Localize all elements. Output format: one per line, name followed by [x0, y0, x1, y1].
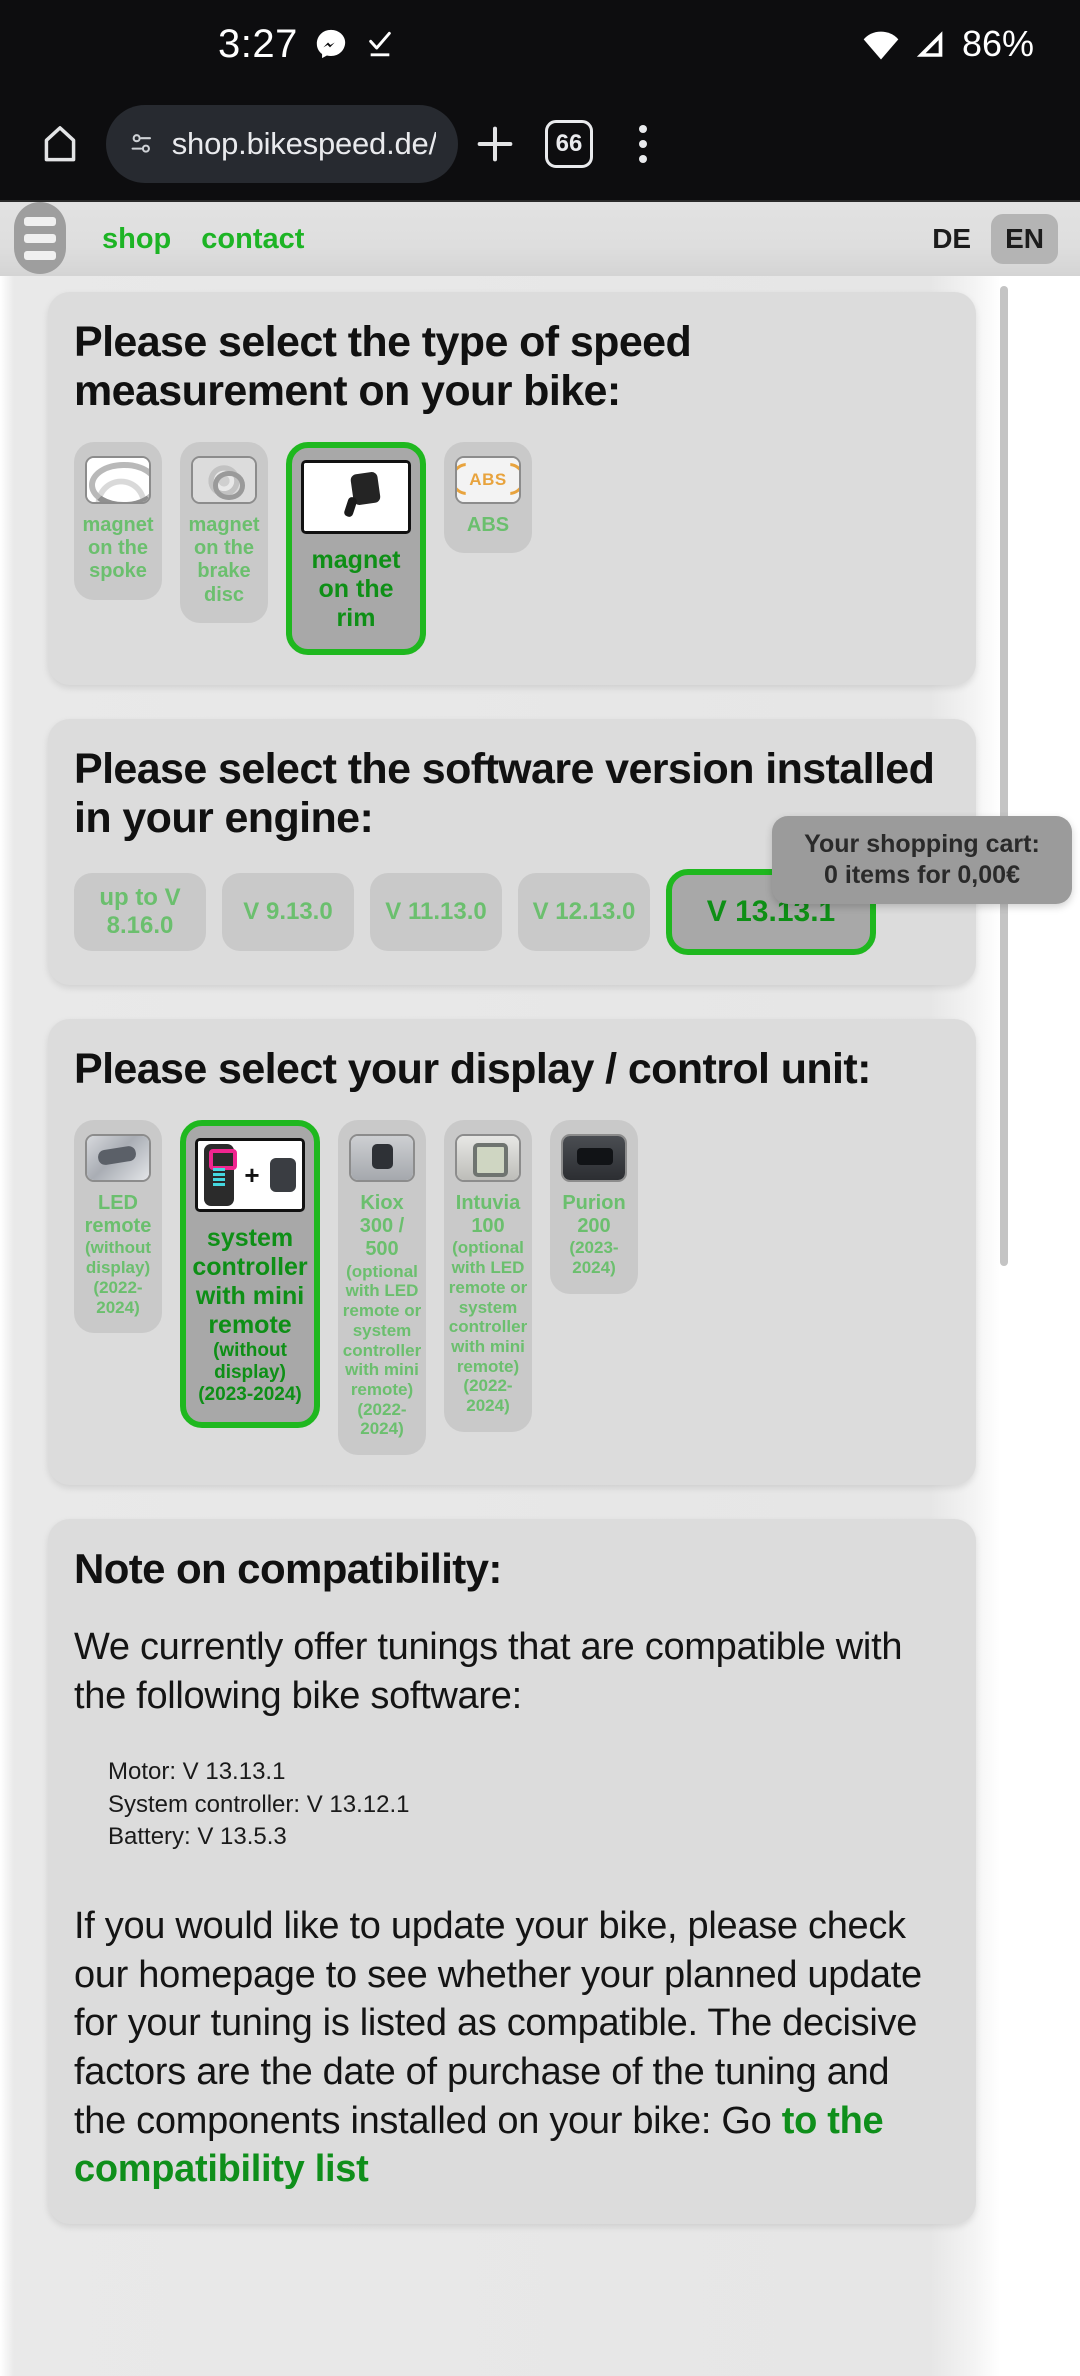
plus-icon: + [244, 1159, 260, 1190]
option-label: system controller with mini remote (with… [192, 1224, 307, 1406]
option-years: (2023-2024) [198, 1384, 302, 1406]
lang-en[interactable]: EN [991, 214, 1058, 264]
option-purion-200[interactable]: Purion 200 (2023-2024) [550, 1120, 638, 1294]
option-magnet-on-the-brake-disc[interactable]: magnet on the brake disc [180, 442, 268, 623]
option-years: (2022-2024) [93, 1277, 143, 1317]
android-status-bar: 3:27 86% [0, 0, 1080, 88]
cart-label: Your shopping cart: [804, 830, 1040, 858]
language-switcher: DE EN [918, 214, 1058, 264]
overflow-menu-icon [639, 125, 647, 163]
nav-link-contact[interactable]: contact [201, 223, 304, 256]
shopping-cart-badge[interactable]: Your shopping cart: 0 items for 0,00€ [772, 816, 1072, 904]
version-option-v-12-13-0[interactable]: V 12.13.0 [518, 873, 650, 952]
section-compatibility-note: Note on compatibility: We currently offe… [48, 1519, 976, 2224]
version-option-v-11-13-0[interactable]: V 11.13.0 [370, 873, 502, 952]
nav-link-shop[interactable]: shop [102, 223, 171, 256]
option-note: (optional with LED remote or system cont… [448, 1238, 528, 1376]
option-name: LED remote [84, 1192, 152, 1238]
new-tab-icon [477, 126, 513, 162]
option-years: (2022-2024) [463, 1376, 513, 1416]
url-bar[interactable]: shop.bikespeed.de/S [106, 105, 458, 183]
section-display-control-unit: Please select your display / control uni… [48, 1019, 976, 1486]
option-magnet-on-the-rim[interactable]: magnet on the rim [286, 442, 426, 656]
option-note: (optional with LED remote or system cont… [342, 1261, 422, 1399]
overflow-menu-button[interactable] [606, 125, 680, 163]
thumbnail-magnet-spoke [85, 456, 151, 505]
option-label: ABS [466, 514, 510, 537]
version-motor: Motor: V 13.13.1 [108, 1758, 286, 1786]
tab-counter: 66 [545, 120, 593, 168]
version-option-v-9-13-0[interactable]: V 9.13.0 [222, 873, 354, 952]
option-name: Purion 200 [562, 1192, 626, 1238]
option-label: magnet on the brake disc [188, 514, 260, 606]
messenger-icon [316, 29, 346, 59]
option-system-controller-with-mini-remote[interactable]: + system controller with mini remote (wi… [180, 1120, 320, 1429]
option-label: Purion 200 (2023-2024) [560, 1192, 628, 1278]
tab-switcher-button[interactable]: 66 [532, 120, 606, 168]
thumbnail-magnet-rim [301, 460, 411, 535]
content-column: Please select the type of speed measurem… [0, 276, 1000, 2376]
cart-total: 0 items for 0,00€ [824, 861, 1020, 889]
option-abs[interactable]: ABS ABS [444, 442, 532, 554]
mini-remote-icon [269, 1158, 296, 1193]
browser-toolbar: shop.bikespeed.de/S 66 [0, 88, 1080, 200]
option-label: LED remote (without display) (2022-2024) [84, 1192, 152, 1317]
url-text: shop.bikespeed.de/S [171, 126, 436, 161]
section-title-display-control-unit: Please select your display / control uni… [74, 1045, 871, 1094]
abs-icon: ABS [469, 470, 507, 490]
option-years: (2022-2024) [357, 1399, 407, 1439]
version-battery: Battery: V 13.5.3 [108, 1823, 287, 1851]
thumbnail-intuvia [455, 1134, 521, 1183]
scroll-gutter [1000, 276, 1080, 2376]
new-tab-button[interactable] [458, 121, 532, 167]
system-controller-icon [204, 1144, 238, 1207]
page-body: Please select the type of speed measurem… [0, 276, 1080, 2376]
section-title-speed-measurement: Please select the type of speed measurem… [74, 318, 692, 416]
display-unit-options: LED remote (without display) (2022-2024)… [74, 1120, 950, 1456]
compatible-versions-list: Motor: V 13.13.1 System controller: V 13… [108, 1756, 950, 1854]
home-button[interactable] [28, 121, 92, 167]
speed-measurement-options: magnet on the spoke magnet on the brake … [74, 442, 950, 656]
version-system-controller: System controller: V 13.12.1 [108, 1790, 410, 1818]
option-years: (2023-2024) [569, 1238, 619, 1278]
signal-icon [916, 31, 943, 57]
page-scrollbar[interactable] [1000, 286, 1008, 1266]
status-bar-right: 86% [862, 23, 1034, 65]
lang-de[interactable]: DE [918, 214, 985, 264]
status-bar-left: 3:27 [218, 22, 396, 67]
option-note: (without display) [213, 1340, 287, 1384]
note-body: If you would like to update your bike, p… [74, 1902, 950, 2194]
thumbnail-purion [561, 1134, 627, 1183]
battery-percentage: 86% [961, 23, 1034, 64]
site-nav: shop contact [102, 223, 304, 256]
thumbnail-led-remote [85, 1134, 151, 1183]
status-clock: 3:27 [218, 21, 298, 66]
option-name: system controller with mini remote [192, 1224, 308, 1340]
thumbnail-magnet-brake-disc [191, 456, 257, 505]
version-option-up-to-v-8-16-0[interactable]: up to V 8.16.0 [74, 873, 206, 952]
option-kiox-300-500[interactable]: Kiox 300 / 500 (optional with LED remote… [338, 1120, 426, 1456]
wifi-icon [863, 31, 899, 60]
thumbnail-abs: ABS [455, 456, 521, 505]
section-speed-measurement: Please select the type of speed measurem… [48, 292, 976, 686]
site-settings-icon [131, 134, 151, 153]
site-header: shop contact DE EN [0, 200, 1080, 276]
option-note: (without display) [84, 1238, 152, 1278]
option-label: Kiox 300 / 500 (optional with LED remote… [343, 1192, 421, 1439]
option-intuvia-100[interactable]: Intuvia 100 (optional with LED remote or… [444, 1120, 532, 1432]
thumbnail-system-controller: + [195, 1138, 305, 1213]
note-title: Note on compatibility: [74, 1545, 502, 1593]
option-led-remote[interactable]: LED remote (without display) (2022-2024) [74, 1120, 162, 1334]
option-label: Intuvia 100 (optional with LED remote or… [449, 1192, 527, 1416]
home-icon [44, 126, 76, 162]
hamburger-icon[interactable] [14, 202, 66, 274]
option-name: Kiox 300 / 500 [359, 1192, 405, 1261]
download-complete-icon [369, 31, 391, 57]
thumbnail-kiox [349, 1134, 415, 1183]
option-name: Intuvia 100 [455, 1192, 521, 1238]
option-label: magnet on the rim [311, 546, 401, 633]
option-label: magnet on the spoke [82, 514, 154, 583]
note-intro: We currently offer tunings that are comp… [74, 1625, 903, 1717]
option-magnet-on-the-spoke[interactable]: magnet on the spoke [74, 442, 162, 600]
